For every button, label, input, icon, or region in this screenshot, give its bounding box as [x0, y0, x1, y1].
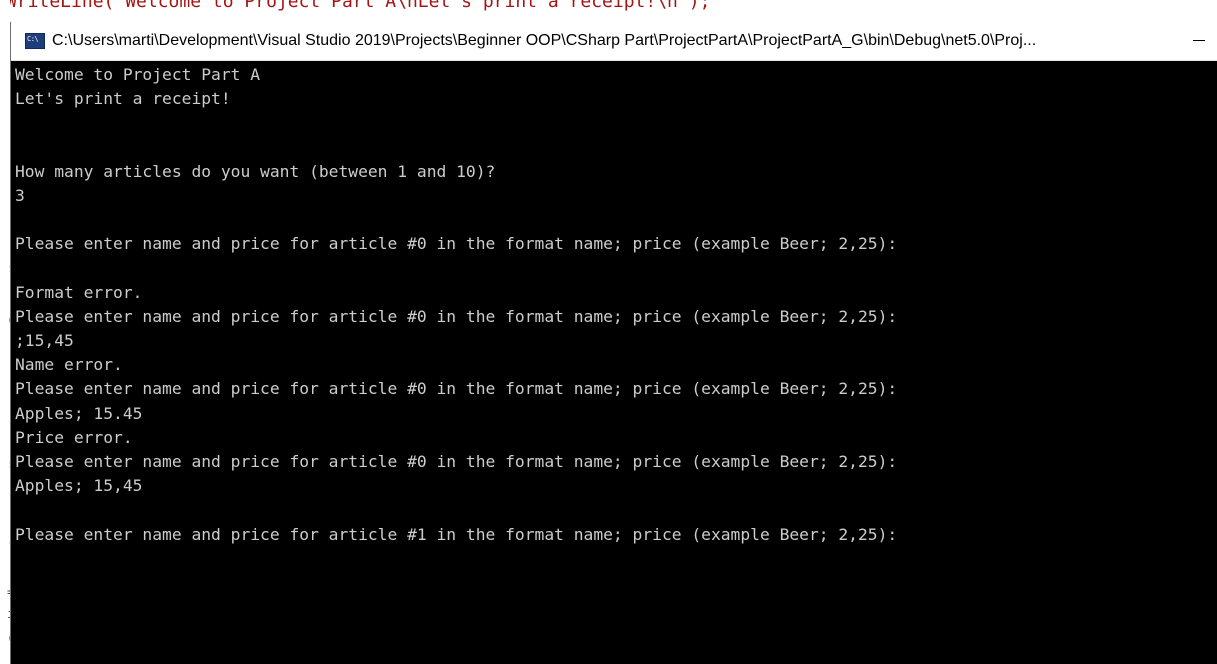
minimize-button[interactable] — [1178, 22, 1217, 60]
console-line: Let's print a receipt! — [15, 89, 231, 109]
console-line: Please enter name and price for article … — [15, 234, 898, 254]
console-line: Name error. — [15, 355, 123, 375]
console-line: Apples; 15,45 — [15, 476, 143, 496]
console-line: Please enter name and price for article … — [15, 379, 898, 399]
console-icon[interactable] — [25, 33, 45, 49]
console-line: Welcome to Project Part A — [15, 65, 261, 84]
console-line: Please enter name and price for article … — [15, 306, 898, 326]
console-line: Apples; 15.45 — [15, 403, 143, 423]
background-editor-strip: WriteLine( Welcome to Project Part A\nLe… — [0, 0, 1217, 22]
console-lines: Welcome to Project Part A Let's print a … — [15, 63, 897, 547]
console-line: ;15,45 — [15, 331, 74, 351]
editor-code-fragment: WriteLine( Welcome to Project Part A\nLe… — [6, 0, 711, 12]
console-line: How many articles do you want (between 1… — [15, 161, 496, 181]
console-line: Price error. — [15, 427, 133, 447]
window-title: C:\Users\marti\Development\Visual Studio… — [52, 32, 1037, 49]
console-line: Please enter name and price for article … — [15, 524, 898, 544]
console-line: 3 — [15, 185, 25, 205]
console-line: Please enter name and price for article … — [15, 452, 898, 471]
console-line: Format error. — [15, 282, 143, 302]
console-window[interactable]: C:\Users\marti\Development\Visual Studio… — [10, 22, 1217, 664]
console-output-area[interactable]: Welcome to Project Part A Let's print a … — [11, 61, 1217, 664]
window-titlebar[interactable]: C:\Users\marti\Development\Visual Studio… — [11, 22, 1217, 61]
editor-gutter: ! : ( : . = i ( — [0, 0, 14, 664]
